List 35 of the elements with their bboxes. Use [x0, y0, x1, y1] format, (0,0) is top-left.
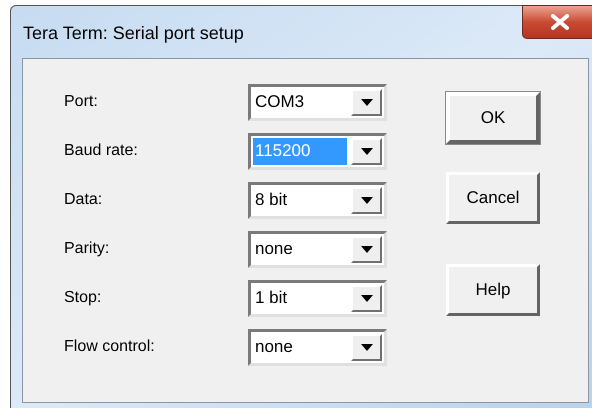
dialog-button[interactable]: Cancel	[446, 172, 540, 224]
dropdown-arrow-button[interactable]	[351, 138, 382, 164]
dropdown-arrow-button[interactable]	[351, 284, 382, 312]
dropdown-value: 8 bit	[254, 189, 288, 212]
field-label: Stop:	[64, 288, 102, 308]
caret-icon	[360, 196, 372, 204]
dropdown-arrow-button[interactable]	[351, 88, 382, 116]
close-button[interactable]	[522, 5, 592, 39]
dropdown-value: 1 bit	[254, 287, 288, 310]
field-label: Flow control:	[64, 337, 156, 357]
caret-icon	[360, 98, 372, 106]
field-label: Data:	[64, 190, 104, 210]
dropdown-value: none	[254, 336, 294, 358]
dropdown[interactable]: none	[248, 328, 387, 366]
dropdown-arrow-button[interactable]	[351, 186, 382, 214]
caret-icon	[360, 294, 372, 302]
caret-icon	[360, 246, 372, 252]
field-label: Baud rate:	[64, 141, 139, 161]
dropdown-arrow-button[interactable]	[351, 334, 382, 360]
dialog-button[interactable]: OK	[446, 92, 540, 144]
dropdown[interactable]: 1 bit	[248, 280, 387, 316]
dropdown-value: 115200	[253, 138, 347, 164]
dropdown-value: COM3	[254, 91, 306, 114]
field-label: Port:	[64, 92, 99, 112]
field-label: Parity:	[64, 239, 110, 259]
dropdown-value: none	[254, 238, 294, 260]
dropdown[interactable]: none	[248, 230, 387, 268]
dialog-button[interactable]: Help	[446, 264, 540, 316]
dropdown[interactable]: COM3	[248, 84, 387, 120]
close-icon	[550, 14, 570, 30]
caret-icon	[360, 344, 372, 350]
caret-icon	[360, 148, 372, 154]
dropdown[interactable]: 8 bit	[248, 182, 387, 218]
dropdown-arrow-button[interactable]	[351, 236, 382, 262]
window-title: Tera Term: Serial port setup	[22, 22, 245, 45]
